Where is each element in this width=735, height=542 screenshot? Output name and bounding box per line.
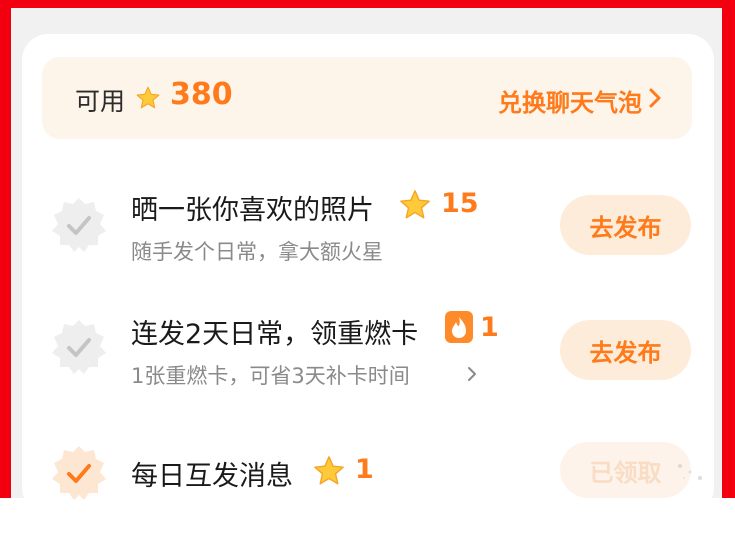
task-title: 连发2天日常，领重燃卡	[131, 319, 419, 350]
task-item: 每日互发消息 1 已领取	[0, 432, 735, 542]
task-title: 晒一张你喜欢的照片	[131, 195, 374, 226]
task-subtitle: 随手发个日常，拿大额火星	[131, 240, 383, 264]
task-subtitle: 1张重燃卡，可省3天补卡时间	[131, 364, 410, 388]
chevron-right-icon[interactable]	[467, 366, 477, 382]
task-title: 每日互发消息	[131, 461, 293, 492]
reward-value: 15	[441, 188, 479, 219]
publish-button[interactable]: 去发布	[560, 320, 691, 380]
star-icon	[400, 190, 430, 219]
task-item: 连发2天日常，领重燃卡 1 1张重燃卡，可省3天补卡时间 去发布	[0, 296, 735, 406]
flame-card-icon	[445, 311, 473, 343]
task-check-badge-icon	[52, 320, 106, 374]
task-check-badge-icon	[52, 198, 106, 252]
points-value: 380	[170, 77, 233, 112]
points-bar: 可用 380 兑换聊天气泡	[42, 57, 692, 139]
reward-value: 1	[480, 312, 499, 343]
task-check-badge-icon	[52, 446, 106, 500]
available-label: 可用	[75, 87, 126, 116]
star-icon	[136, 86, 160, 109]
publish-button[interactable]: 去发布	[560, 195, 691, 255]
star-icon	[314, 456, 344, 485]
sparkle-decoration-icon	[678, 464, 702, 480]
chevron-right-icon[interactable]	[648, 87, 662, 109]
task-item: 晒一张你喜欢的照片 15 随手发个日常，拿大额火星 去发布	[0, 170, 735, 280]
claimed-button[interactable]: 已领取	[560, 442, 691, 498]
reward-value: 1	[355, 454, 374, 485]
redeem-bubble-link[interactable]: 兑换聊天气泡	[498, 83, 642, 118]
